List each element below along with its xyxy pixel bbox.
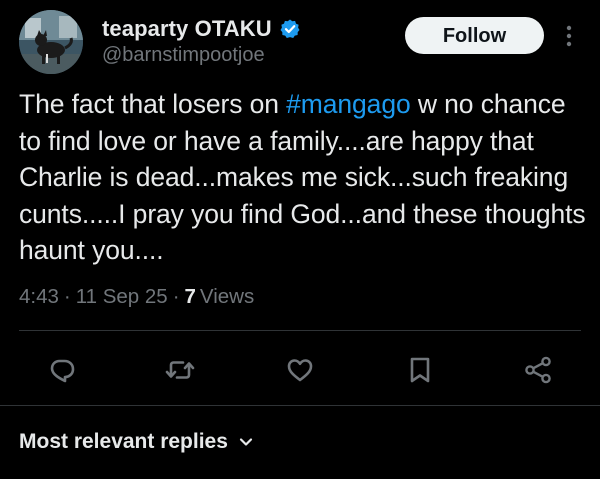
divider — [0, 405, 600, 406]
avatar[interactable] — [19, 10, 83, 74]
verified-badge-icon — [279, 18, 301, 40]
replies-sort-dropdown[interactable]: Most relevant replies — [19, 430, 254, 454]
action-bar — [0, 352, 600, 388]
author-name-row[interactable]: teaparty OTAKU — [102, 14, 301, 44]
hashtag-link[interactable]: #mangago — [286, 89, 411, 119]
views-label: Views — [199, 285, 255, 308]
chevron-down-icon — [238, 434, 254, 450]
share-button[interactable] — [520, 352, 556, 388]
divider — [19, 330, 581, 331]
views-count: 7 — [184, 285, 196, 308]
tweet-time[interactable]: 4:43 — [19, 285, 59, 309]
avatar-image — [19, 10, 83, 74]
tweet-text-part: The fact that losers on — [19, 89, 287, 119]
bookmark-icon — [410, 357, 430, 383]
share-icon — [525, 356, 551, 384]
tweet-text: The fact that losers on #mangago w no ch… — [19, 86, 589, 269]
tweet-metadata: 4:43 · 11 Sep 25 · 7 Views — [19, 285, 254, 309]
heart-icon — [287, 359, 313, 382]
author-handle[interactable]: @barnstimpootjoe — [102, 44, 265, 67]
follow-button[interactable]: Follow — [405, 17, 544, 54]
reply-button[interactable] — [44, 352, 80, 388]
bookmark-button[interactable] — [402, 352, 438, 388]
retweet-button[interactable] — [162, 352, 198, 388]
separator: · — [172, 285, 180, 308]
like-button[interactable] — [282, 352, 318, 388]
tweet-date[interactable]: 11 Sep 25 — [76, 285, 168, 309]
more-options-icon[interactable] — [560, 22, 578, 50]
reply-icon — [50, 359, 75, 383]
retweet-icon — [165, 361, 195, 379]
separator: · — [63, 285, 71, 308]
tweet-detail: teaparty OTAKU @barnstimpootjoe Follow T… — [0, 0, 600, 479]
replies-sort-label: Most relevant replies — [19, 430, 228, 453]
display-name[interactable]: teaparty OTAKU — [102, 16, 272, 42]
